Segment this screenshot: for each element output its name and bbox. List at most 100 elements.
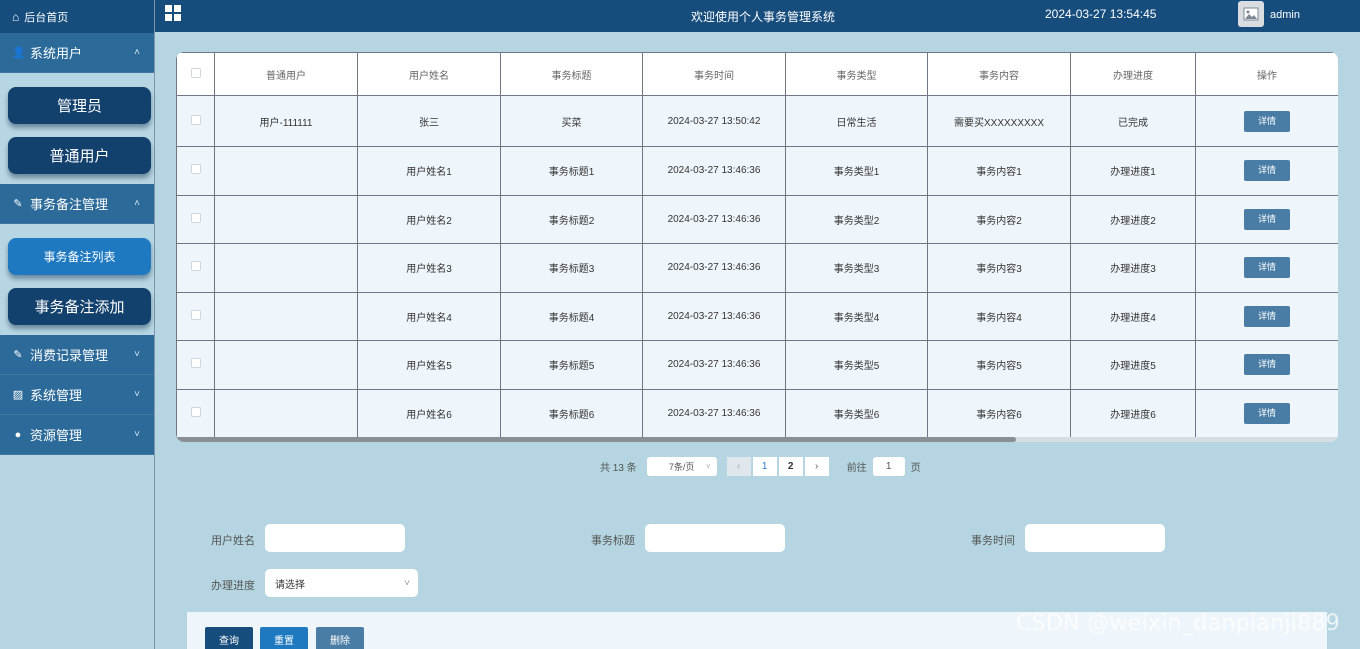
detail-button[interactable]: 详情 (1244, 257, 1290, 279)
table-cell: 事务内容6 (927, 388, 1071, 438)
table-row: 用户-111111 张三 买菜 2024-03-27 13:50:42 日常生活 需要买X… (176, 95, 1338, 147)
table-cell: 办理进度3 (1070, 243, 1196, 293)
column-header[interactable]: 普通用户 (214, 52, 358, 96)
delete-button[interactable]: 删除 (316, 627, 364, 649)
chevron-down-icon: ˅ (134, 429, 140, 440)
username-input[interactable] (265, 524, 405, 552)
row-checkbox[interactable] (190, 309, 201, 320)
time-input[interactable] (1025, 524, 1165, 552)
table-row: 用户姓名2 事务标题2 2024-03-27 13:46:36 事务类型2 事务内容2 办… (176, 194, 1338, 244)
page-size-value: 7条/页 (668, 461, 695, 472)
menu-item-note-add[interactable]: 事务备注添加 (8, 288, 151, 325)
menu-label: 系统管理 (30, 388, 83, 403)
table-cell: 2024-03-27 13:50:42 (642, 95, 786, 147)
username-label: 用户姓名 (211, 535, 255, 547)
table-cell (214, 388, 358, 438)
prev-page-button[interactable]: ‹ (726, 456, 751, 476)
progress-select-value: 请选择 (275, 579, 305, 591)
time-label: 事务时间 (971, 535, 1015, 547)
avatar[interactable] (1238, 1, 1264, 27)
action-cell: 详情 (1195, 340, 1338, 390)
row-checkbox[interactable] (190, 261, 201, 272)
chevron-down-icon: ˅ (404, 577, 410, 589)
menu-consumption[interactable]: ✎ 消费记录管理 ˅ (0, 335, 154, 375)
menu-resources[interactable]: ● 资源管理 ˅ (0, 415, 154, 455)
column-header[interactable]: 用户姓名 (357, 52, 501, 96)
table-cell: 事务标题3 (500, 243, 643, 293)
progress-select[interactable]: 请选择 ˅ (265, 569, 418, 597)
detail-button[interactable]: 详情 (1244, 354, 1290, 376)
page-1-button[interactable]: 1 (752, 456, 777, 476)
goto-page-input[interactable]: 1 (872, 456, 905, 476)
row-select-cell (176, 95, 215, 147)
detail-button[interactable]: 详情 (1244, 160, 1290, 182)
menu-item-note-list[interactable]: 事务备注列表 (8, 238, 151, 275)
table-cell: 2024-03-27 13:46:36 (642, 291, 786, 341)
table-cell: 事务内容1 (927, 146, 1071, 196)
row-checkbox[interactable] (190, 358, 201, 369)
table-cell: 事务内容5 (927, 340, 1071, 390)
row-select-cell (176, 388, 215, 438)
title-label: 事务标题 (591, 535, 635, 547)
menu-label: 系统用户 (30, 46, 83, 61)
action-cell: 详情 (1195, 194, 1338, 244)
menu-system-users[interactable]: 👤 系统用户 ˄ (0, 33, 154, 73)
row-select-cell (176, 194, 215, 244)
page-size-select[interactable]: 7条/页 ˅ (646, 456, 717, 476)
row-checkbox[interactable] (190, 164, 201, 175)
query-button[interactable]: 查询 (205, 627, 253, 649)
column-header[interactable]: 事务内容 (927, 52, 1071, 96)
table-cell: 事务类型1 (785, 146, 928, 196)
menu-system-manage[interactable]: ▨ 系统管理 ˅ (0, 375, 154, 415)
pagination: 共 13 条 7条/页 ˅ ‹ 1 2 › 前往 1 页 (600, 456, 921, 476)
table-cell: 用户姓名4 (357, 291, 501, 341)
sidebar-home[interactable]: ⌂ 后台首页 (0, 0, 154, 33)
next-page-button[interactable]: › (804, 456, 829, 476)
menu-item-normal-user[interactable]: 普通用户 (8, 137, 151, 174)
table-cell: 已完成 (1070, 95, 1196, 147)
scrollbar-thumb[interactable] (176, 437, 1016, 442)
detail-button[interactable]: 详情 (1244, 110, 1290, 132)
page-2-button[interactable]: 2 (778, 456, 803, 476)
column-header: 操作 (1195, 52, 1338, 96)
row-select-cell (176, 146, 215, 196)
menu-affair-notes[interactable]: ✎ 事务备注管理 ˄ (0, 184, 154, 224)
table-cell: 事务标题5 (500, 340, 643, 390)
table-cell: 张三 (357, 95, 501, 147)
action-cell: 详情 (1195, 388, 1338, 438)
total-count: 共 13 条 (600, 462, 637, 474)
image-icon: ▨ (12, 389, 24, 401)
detail-button[interactable]: 详情 (1244, 305, 1290, 327)
grid-menu-icon[interactable] (165, 5, 181, 21)
column-header[interactable]: 事务标题 (500, 52, 643, 96)
detail-button[interactable]: 详情 (1244, 208, 1290, 230)
row-checkbox[interactable] (190, 406, 201, 417)
detail-button[interactable]: 详情 (1244, 402, 1290, 424)
image-placeholder-icon (1243, 7, 1259, 21)
column-header[interactable]: 办理进度 (1070, 52, 1196, 96)
edit-icon: ✎ (13, 349, 23, 361)
goto-suffix: 页 (910, 462, 921, 474)
row-checkbox[interactable] (190, 114, 201, 125)
user-icon: 👤 (12, 47, 26, 59)
header-datetime: 2024-03-27 13:54:45 (1045, 7, 1157, 21)
reset-button[interactable]: 重置 (260, 627, 308, 649)
header-username[interactable]: admin (1270, 9, 1300, 21)
submenu-affair-notes: 事务备注列表 事务备注添加 (0, 224, 154, 335)
action-cell: 详情 (1195, 243, 1338, 293)
table-cell: 事务内容4 (927, 291, 1071, 341)
sidebar-home-label: 后台首页 (24, 11, 69, 24)
column-header[interactable]: 事务时间 (642, 52, 786, 96)
table-cell: 事务类型5 (785, 340, 928, 390)
title-input[interactable] (645, 524, 785, 552)
row-checkbox[interactable] (190, 212, 201, 223)
goto-label: 前往 (846, 462, 867, 474)
top-header: 欢迎使用个人事务管理系统 2024-03-27 13:54:45 admin (155, 0, 1360, 32)
table-cell: 事务内容2 (927, 194, 1071, 244)
table-cell: 事务类型3 (785, 243, 928, 293)
select-all-checkbox[interactable] (190, 67, 201, 78)
horizontal-scrollbar[interactable] (176, 437, 1338, 442)
chevron-down-icon: ˅ (134, 349, 140, 360)
column-header[interactable]: 事务类型 (785, 52, 928, 96)
menu-item-admin[interactable]: 管理员 (8, 87, 151, 124)
